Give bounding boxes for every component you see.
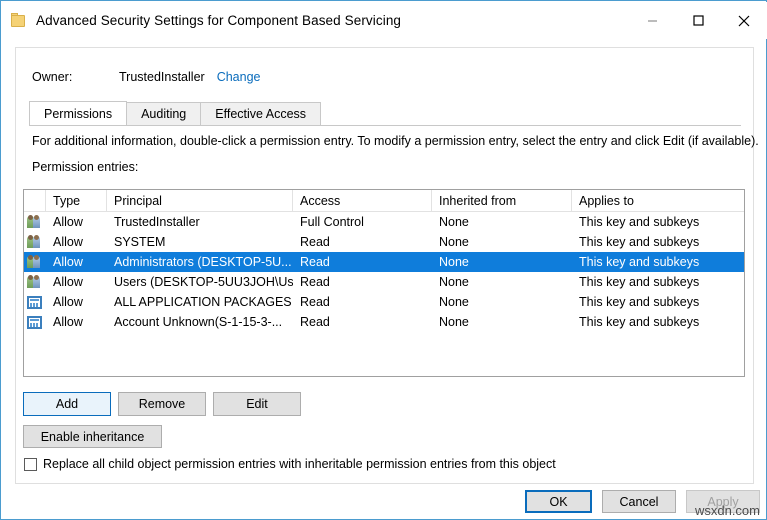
minimize-icon[interactable]: [629, 2, 675, 39]
replace-child-permissions-row[interactable]: Replace all child object permission entr…: [24, 457, 556, 471]
row-principal: TrustedInstaller: [107, 212, 293, 232]
close-icon[interactable]: [721, 2, 767, 39]
row-type: Allow: [46, 232, 107, 252]
row-inherited-from: None: [432, 292, 572, 312]
row-applies-to: This key and subkeys: [572, 212, 744, 232]
ok-button[interactable]: OK: [525, 490, 592, 513]
users-icon: [24, 252, 46, 272]
row-access: Read: [293, 272, 432, 292]
table-row[interactable]: Allow ALL APPLICATION PACKAGES Read None…: [24, 292, 744, 312]
row-inherited-from: None: [432, 272, 572, 292]
row-type: Allow: [46, 212, 107, 232]
window-title: Advanced Security Settings for Component…: [36, 13, 401, 28]
row-access: Read: [293, 312, 432, 332]
table-row[interactable]: Allow Users (DESKTOP-5UU3JOH\Us... Read …: [24, 272, 744, 292]
tab-effective-access[interactable]: Effective Access: [200, 102, 321, 125]
apply-button: Apply: [686, 490, 760, 513]
row-applies-to: This key and subkeys: [572, 292, 744, 312]
row-principal: SYSTEM: [107, 232, 293, 252]
owner-value: TrustedInstaller: [119, 70, 205, 84]
header-inherited-from[interactable]: Inherited from: [432, 190, 572, 211]
table-row[interactable]: Allow SYSTEM Read None This key and subk…: [24, 232, 744, 252]
row-applies-to: This key and subkeys: [572, 312, 744, 332]
add-button[interactable]: Add: [23, 392, 111, 416]
title-bar: Advanced Security Settings for Component…: [2, 2, 767, 39]
advanced-security-settings-window: Advanced Security Settings for Component…: [0, 0, 767, 520]
table-row-selected[interactable]: Allow Administrators (DESKTOP-5U... Read…: [24, 252, 744, 272]
row-principal: Users (DESKTOP-5UU3JOH\Us...: [107, 272, 293, 292]
users-icon: [24, 232, 46, 252]
row-access: Full Control: [293, 212, 432, 232]
row-type: Allow: [46, 312, 107, 332]
app-package-icon: [24, 312, 46, 332]
folder-icon: [11, 13, 27, 29]
row-principal: ALL APPLICATION PACKAGES: [107, 292, 293, 312]
change-owner-link[interactable]: Change: [217, 70, 261, 84]
header-icon-spacer: [24, 190, 46, 211]
row-inherited-from: None: [432, 212, 572, 232]
replace-child-permissions-label: Replace all child object permission entr…: [43, 457, 556, 471]
header-access[interactable]: Access: [293, 190, 432, 211]
permission-entries-label: Permission entries:: [32, 160, 138, 174]
row-inherited-from: None: [432, 312, 572, 332]
row-access: Read: [293, 232, 432, 252]
row-access: Read: [293, 252, 432, 272]
row-access: Read: [293, 292, 432, 312]
info-text: For additional information, double-click…: [32, 134, 759, 148]
cancel-button[interactable]: Cancel: [602, 490, 676, 513]
tab-auditing[interactable]: Auditing: [126, 102, 201, 125]
table-row[interactable]: Allow Account Unknown(S-1-15-3-... Read …: [24, 312, 744, 332]
content-panel: Owner: TrustedInstaller Change Permissio…: [15, 47, 754, 484]
row-applies-to: This key and subkeys: [572, 272, 744, 292]
app-package-icon: [24, 292, 46, 312]
maximize-icon[interactable]: [675, 2, 721, 39]
row-inherited-from: None: [432, 252, 572, 272]
row-principal: Administrators (DESKTOP-5U...: [107, 252, 293, 272]
permission-entries-list[interactable]: APPUALS Type Principal Access Inherited …: [23, 189, 745, 377]
row-principal: Account Unknown(S-1-15-3-...: [107, 312, 293, 332]
users-icon: [24, 212, 46, 232]
enable-inheritance-button[interactable]: Enable inheritance: [23, 425, 162, 448]
tab-strip: Permissions Auditing Effective Access: [29, 102, 741, 126]
header-type[interactable]: Type: [46, 190, 107, 211]
caption-button-group: [629, 2, 767, 39]
header-principal[interactable]: Principal: [107, 190, 293, 211]
row-type: Allow: [46, 272, 107, 292]
row-applies-to: This key and subkeys: [572, 252, 744, 272]
owner-label: Owner:: [32, 70, 119, 84]
row-applies-to: This key and subkeys: [572, 232, 744, 252]
owner-row: Owner: TrustedInstaller Change: [32, 70, 260, 84]
replace-child-permissions-checkbox[interactable]: [24, 458, 37, 471]
table-header: Type Principal Access Inherited from App…: [24, 190, 744, 212]
remove-button[interactable]: Remove: [118, 392, 206, 416]
edit-button[interactable]: Edit: [213, 392, 301, 416]
row-type: Allow: [46, 252, 107, 272]
users-icon: [24, 272, 46, 292]
row-inherited-from: None: [432, 232, 572, 252]
tab-permissions[interactable]: Permissions: [29, 101, 127, 125]
header-applies-to[interactable]: Applies to: [572, 190, 744, 211]
row-type: Allow: [46, 292, 107, 312]
table-row[interactable]: Allow TrustedInstaller Full Control None…: [24, 212, 744, 232]
